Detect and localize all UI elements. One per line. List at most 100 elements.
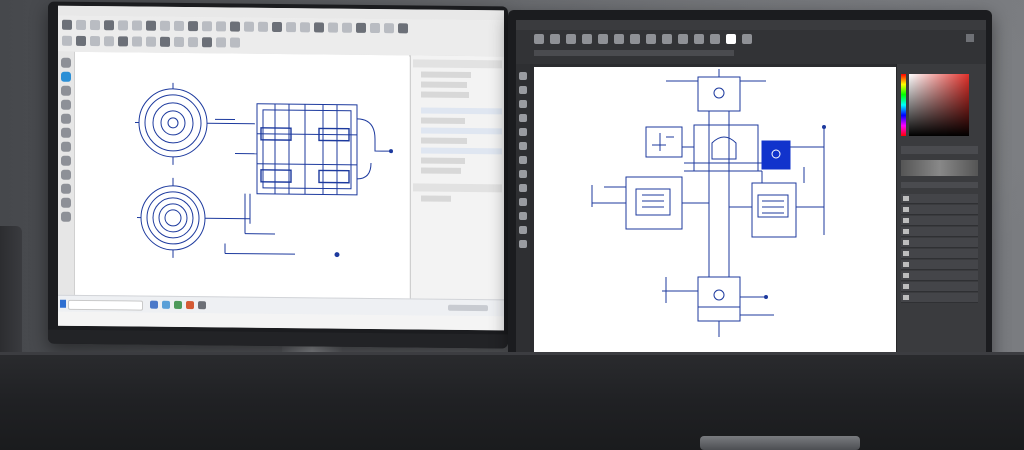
fullscreen-icon[interactable]	[230, 37, 240, 48]
app-icon[interactable]	[150, 300, 158, 309]
offset-icon[interactable]	[174, 20, 184, 32]
select-icon[interactable]	[62, 19, 72, 30]
swatch-strip[interactable]	[901, 160, 978, 176]
app-icon[interactable]	[198, 301, 206, 310]
hatch-icon[interactable]	[244, 21, 254, 32]
panel-row[interactable]	[421, 195, 451, 202]
panel-row-selected[interactable]	[421, 147, 502, 155]
mirror-icon[interactable]	[188, 21, 198, 32]
tool-icon[interactable]	[519, 226, 527, 234]
polyline-icon[interactable]	[132, 20, 142, 31]
layer-icon[interactable]	[286, 22, 296, 33]
tool-icon[interactable]	[519, 142, 527, 150]
active-tool-icon[interactable]	[61, 71, 71, 82]
properties-icon[interactable]	[314, 22, 324, 33]
utility-tool-icon[interactable]	[61, 155, 71, 166]
layer-row[interactable]	[901, 205, 978, 215]
tool-icon[interactable]	[519, 240, 527, 248]
transparency-icon[interactable]	[146, 36, 156, 47]
settings-tool-icon[interactable]	[61, 197, 71, 208]
hardware-icon[interactable]	[216, 37, 226, 48]
annotation-icon[interactable]	[174, 36, 184, 48]
dimension-icon[interactable]	[258, 21, 268, 32]
panel-row[interactable]	[421, 117, 465, 124]
hue-slider[interactable]	[901, 74, 906, 136]
tool-icon[interactable]	[519, 100, 527, 108]
app-icon[interactable]	[186, 301, 194, 310]
tool-icon[interactable]	[519, 170, 527, 178]
tool-icon[interactable]	[519, 128, 527, 136]
move-icon[interactable]	[534, 34, 544, 44]
app-icon[interactable]	[162, 300, 170, 309]
tool-icon[interactable]	[519, 156, 527, 164]
layers-tool-icon[interactable]	[61, 113, 71, 124]
panel-row[interactable]	[421, 157, 465, 164]
crop-icon[interactable]	[582, 34, 592, 44]
ortho-icon[interactable]	[90, 36, 100, 47]
tool-icon[interactable]	[519, 72, 527, 80]
osnap-icon[interactable]	[118, 36, 128, 47]
polar-icon[interactable]	[104, 36, 114, 47]
help-tool-icon[interactable]	[61, 211, 71, 222]
isolate-icon[interactable]	[202, 37, 212, 48]
measure-icon[interactable]	[328, 22, 338, 33]
layer-row[interactable]	[901, 227, 978, 237]
tool-icon[interactable]	[519, 198, 527, 206]
layer-row[interactable]	[901, 293, 978, 303]
foreground-color-icon[interactable]	[726, 34, 736, 44]
panel-tab[interactable]	[901, 146, 978, 154]
layer-row[interactable]	[901, 282, 978, 292]
snap-icon[interactable]	[62, 35, 72, 46]
undo-icon[interactable]	[370, 22, 380, 34]
tool-icon[interactable]	[519, 184, 527, 192]
zoom-icon[interactable]	[710, 34, 720, 44]
extend-icon[interactable]	[160, 20, 170, 31]
selection-cycle-icon[interactable]	[160, 36, 170, 47]
layer-row[interactable]	[901, 194, 978, 204]
lasso-icon[interactable]	[566, 34, 576, 44]
array-icon[interactable]	[230, 21, 240, 32]
dark-drawing-canvas[interactable]	[534, 67, 896, 366]
marquee-icon[interactable]	[550, 34, 560, 44]
arc-icon[interactable]	[104, 20, 114, 31]
insert-tool-icon[interactable]	[61, 169, 71, 180]
pen-icon[interactable]	[662, 34, 672, 44]
annotate-tool-icon[interactable]	[61, 99, 71, 110]
brush-icon[interactable]	[598, 34, 608, 44]
tool-icon[interactable]	[519, 114, 527, 122]
system-tray[interactable]	[448, 304, 488, 312]
block-tool-icon[interactable]	[61, 127, 71, 138]
panel-row[interactable]	[421, 167, 461, 174]
color-picker-icon[interactable]	[909, 74, 969, 136]
modify-tool-icon[interactable]	[61, 85, 71, 96]
lineweight-icon[interactable]	[132, 36, 142, 47]
pan-icon[interactable]	[356, 22, 366, 33]
scale-icon[interactable]	[216, 21, 226, 32]
text-icon[interactable]	[630, 34, 640, 44]
layer-row[interactable]	[901, 238, 978, 248]
trim-icon[interactable]	[146, 20, 156, 31]
app-icon[interactable]	[174, 300, 182, 309]
layer-row[interactable]	[901, 260, 978, 270]
workspace-icon[interactable]	[188, 37, 198, 48]
circle-icon[interactable]	[90, 20, 100, 31]
panel-row[interactable]	[421, 91, 469, 99]
shape-icon[interactable]	[646, 34, 656, 44]
save-icon[interactable]	[398, 23, 408, 34]
panel-row[interactable]	[421, 137, 467, 144]
grid-icon[interactable]	[76, 35, 86, 46]
rotate-icon[interactable]	[202, 21, 212, 32]
tool-icon[interactable]	[519, 86, 527, 94]
layer-row[interactable]	[901, 271, 978, 281]
panel-row-selected[interactable]	[421, 107, 502, 115]
panel-row[interactable]	[421, 81, 467, 88]
hand-icon[interactable]	[742, 34, 752, 44]
start-icon[interactable]	[60, 299, 66, 308]
zoom-icon[interactable]	[342, 22, 352, 33]
layer-row[interactable]	[901, 249, 978, 259]
output-tool-icon[interactable]	[61, 183, 71, 194]
layer-row[interactable]	[901, 216, 978, 226]
eyedropper-icon[interactable]	[694, 34, 704, 44]
close-icon[interactable]	[966, 34, 974, 42]
line-icon[interactable]	[76, 19, 86, 30]
